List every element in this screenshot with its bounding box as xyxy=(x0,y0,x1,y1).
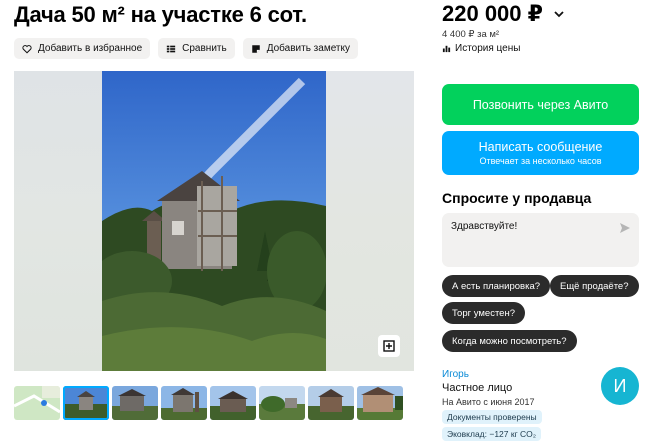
seller-avatar[interactable]: И xyxy=(601,367,639,405)
call-via-avito-button[interactable]: Позвонить через Авито xyxy=(442,84,639,125)
main-photo[interactable] xyxy=(102,71,326,371)
thumbnail-photo[interactable] xyxy=(308,386,354,420)
seller-type: Частное лицо xyxy=(442,382,513,394)
add-to-favorites-label: Добавить в избранное xyxy=(38,43,143,54)
quick-question-chip[interactable]: А есть планировка? xyxy=(442,275,551,297)
thumbnail-photo[interactable] xyxy=(63,386,109,420)
eco-contribution-badge: Эковклад: −127 кг CO₂ xyxy=(442,427,542,441)
compare-button[interactable]: Сравнить xyxy=(158,38,235,59)
quick-question-chip[interactable]: Когда можно посмотреть? xyxy=(442,330,577,352)
thumbnail-strip xyxy=(14,386,403,420)
gallery-blur-right xyxy=(326,71,414,371)
thumbnail-photo[interactable] xyxy=(259,386,305,420)
thumbnail-photo[interactable] xyxy=(210,386,256,420)
photo-gallery[interactable] xyxy=(14,71,414,371)
thumbnail-photo[interactable] xyxy=(161,386,207,420)
chevron-down-icon[interactable] xyxy=(553,8,565,20)
quick-question-chip[interactable]: Ещё продаёте? xyxy=(550,275,639,297)
thumbnail-photo[interactable] xyxy=(357,386,403,420)
add-note-button[interactable]: Добавить заметку xyxy=(242,38,358,59)
ask-seller-input[interactable]: Здравствуйте! xyxy=(442,213,639,267)
price-per-square-meter: 4 400 ₽ за м² xyxy=(442,29,500,40)
documents-verified-badge: Документы проверены xyxy=(442,410,542,424)
add-to-favorites-button[interactable]: Добавить в избранное xyxy=(14,38,151,59)
chart-icon xyxy=(442,45,451,53)
write-message-button[interactable]: Написать сообщение Отвечает за несколько… xyxy=(442,131,639,175)
note-icon xyxy=(251,44,260,53)
compare-icon xyxy=(166,45,176,52)
price-history-link[interactable]: История цены xyxy=(442,43,520,54)
ask-seller-input-value: Здравствуйте! xyxy=(451,221,518,232)
gallery-blur-left xyxy=(14,71,102,371)
send-icon[interactable] xyxy=(619,222,631,234)
seller-since: На Авито с июня 2017 xyxy=(442,397,535,407)
response-time-label: Отвечает за несколько часов xyxy=(479,156,602,166)
thumbnail-map[interactable] xyxy=(14,386,60,420)
ask-seller-title: Спросите у продавца xyxy=(442,190,592,206)
price: 220 000 ₽ xyxy=(442,1,565,27)
listing-actions: Добавить в избранное Сравнить Добавить з… xyxy=(14,38,358,59)
quick-question-chip[interactable]: Торг уместен? xyxy=(442,302,525,324)
listing-title: Дача 50 м² на участке 6 сот. xyxy=(14,2,307,27)
price-history-label: История цены xyxy=(455,43,521,54)
seller-name-link[interactable]: Игорь xyxy=(442,369,469,380)
heart-icon xyxy=(22,44,32,53)
add-note-label: Добавить заметку xyxy=(266,43,350,54)
compare-label: Сравнить xyxy=(182,43,227,54)
expand-icon xyxy=(383,340,395,352)
price-value: 220 000 ₽ xyxy=(442,1,543,26)
thumbnail-photo[interactable] xyxy=(112,386,158,420)
write-message-label: Написать сообщение xyxy=(478,140,603,154)
expand-photo-button[interactable] xyxy=(378,335,400,357)
